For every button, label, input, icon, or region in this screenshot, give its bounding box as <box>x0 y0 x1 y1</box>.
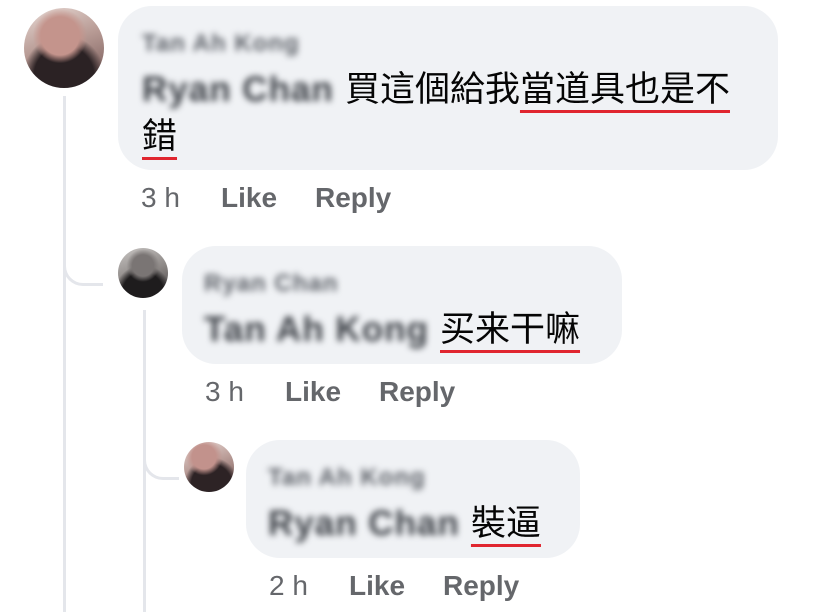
comment-bubble: Tan Ah Kong Ryan Chan 裝逼 <box>246 440 580 558</box>
comment-text: Ryan Chan 買這個給我當道具也是不錯 <box>142 66 762 162</box>
comment-bubble: Ryan Chan Tan Ah Kong 买来干嘛 <box>182 246 622 364</box>
thread-connector-reply-1 <box>63 240 103 286</box>
thread-connector-reply-2 <box>143 440 179 480</box>
like-button[interactable]: Like <box>221 182 277 214</box>
comment-timestamp[interactable]: 2 h <box>269 570 308 602</box>
mention-tag[interactable]: Ryan Chan <box>268 504 460 543</box>
comment-text-plain: 買這個給我 <box>344 70 520 110</box>
reply-button[interactable]: Reply <box>315 182 391 214</box>
thread-line-main <box>63 96 66 612</box>
comment-timestamp[interactable]: 3 h <box>205 376 244 408</box>
reply-button[interactable]: Reply <box>443 570 519 602</box>
comment-actions: 2 h Like Reply <box>269 570 669 606</box>
comment-text-underlined: 买来干嘛 <box>440 310 581 350</box>
comment-timestamp[interactable]: 3 h <box>141 182 180 214</box>
comment-thread: Tan Ah Kong Ryan Chan 買這個給我當道具也是不錯 3 h L… <box>0 0 828 612</box>
comment-bubble: Tan Ah Kong Ryan Chan 買這個給我當道具也是不錯 <box>118 6 778 170</box>
comment-actions: 3 h Like Reply <box>205 376 605 412</box>
avatar[interactable] <box>118 248 168 298</box>
comment-text-underlined: 裝逼 <box>470 504 541 544</box>
avatar[interactable] <box>184 442 234 492</box>
comment-text: Tan Ah Kong 买来干嘛 <box>204 306 614 354</box>
comment-author[interactable]: Tan Ah Kong <box>268 464 426 492</box>
comment-author[interactable]: Tan Ah Kong <box>142 30 300 58</box>
avatar[interactable] <box>24 8 104 88</box>
reply-button[interactable]: Reply <box>379 376 455 408</box>
like-button[interactable]: Like <box>285 376 341 408</box>
like-button[interactable]: Like <box>349 570 405 602</box>
comment-text: Ryan Chan 裝逼 <box>268 500 568 548</box>
mention-tag[interactable]: Tan Ah Kong <box>204 310 429 349</box>
comment-actions: 3 h Like Reply <box>141 182 541 218</box>
mention-tag[interactable]: Ryan Chan <box>142 70 334 109</box>
comment-author[interactable]: Ryan Chan <box>204 270 338 298</box>
